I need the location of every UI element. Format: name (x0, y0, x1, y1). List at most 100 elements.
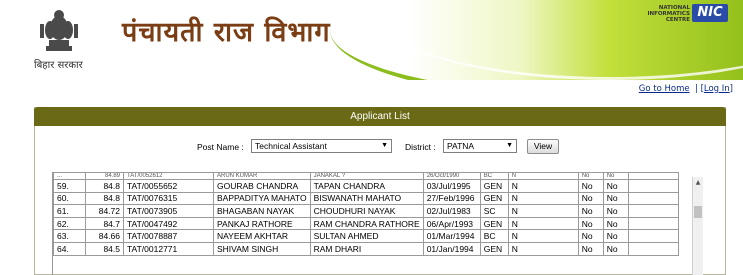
cell-yes-no-2: No (602, 204, 629, 218)
post-name-value: Technical Assistant (255, 141, 327, 151)
cell-flag: N (507, 191, 579, 206)
grid-scrollbar[interactable]: ▲ (692, 177, 703, 275)
district-select[interactable]: PATNA ▼ (443, 139, 517, 153)
cell-father-name: JANAKAL ? (309, 172, 424, 180)
go-to-home-link[interactable]: Go to Home (639, 84, 690, 94)
cell-flag: N (507, 179, 579, 193)
cell-sn: 59. (53, 179, 86, 193)
cell-father-name: BISWANATH MAHATO (309, 191, 424, 206)
cell-sn: 62. (53, 216, 86, 231)
applicant-grid[interactable]: ... 84.89 TAT/0052612 ARUN KUMAR JANAKAL… (52, 172, 706, 275)
cell-blank (627, 204, 679, 218)
cell-dob: 01/Mar/1994 (422, 229, 481, 243)
table-row: 62. 84.7 TAT/0047492 PANKAJ RATHORE RAM CHAN… (53, 216, 679, 231)
cell-name: SHIVAM SINGH (213, 241, 311, 256)
cell-category: GEN (479, 241, 509, 256)
cell-sn: ... (53, 172, 86, 180)
cell-blank (627, 179, 679, 193)
cell-sn: 61. (53, 204, 86, 218)
cell-category: SC (479, 204, 509, 218)
post-name-label: Post Name : (197, 142, 244, 152)
cell-dob: 02/Jul/1983 (422, 204, 481, 218)
cell-yes-no-2: No (602, 216, 629, 231)
cell-dob: 01/Jan/1994 (422, 241, 481, 256)
filter-bar: Post Name : Technical Assistant ▼ Distri… (0, 139, 743, 155)
cell-name: PANKAJ RATHORE (213, 216, 311, 231)
cell-name: ARUN KUMAR (213, 172, 311, 180)
cell-score: 84.5 (85, 241, 124, 256)
link-separator-end: ] (729, 84, 733, 94)
cell-name: BHAGABAN NAYAK (213, 204, 311, 218)
cell-score: 84.66 (85, 229, 124, 243)
cell-blank (627, 172, 679, 180)
cell-yes-no-2: No (602, 172, 629, 180)
table-row: 63. 84.66 TAT/0078887 NAYEEM AKHTAR SULTAN A… (53, 229, 679, 243)
cell-score: 84.89 (85, 172, 124, 180)
district-label: District : (405, 142, 436, 152)
cell-reg-no: TAT/0073905 (123, 204, 214, 218)
cell-category: GEN (479, 179, 509, 193)
emblem-caption: बिहार सरकार (34, 60, 83, 71)
applicant-table: ... 84.89 TAT/0052612 ARUN KUMAR JANAKAL… (53, 172, 679, 256)
cell-category: GEN (479, 191, 509, 206)
chevron-down-icon: ▼ (381, 142, 388, 149)
cell-father-name: TAPAN CHANDRA (309, 179, 424, 193)
cell-reg-no: TAT/0047492 (123, 216, 214, 231)
cell-dob: 03/Jul/1995 (422, 179, 481, 193)
nic-caption: NATIONAL INFORMATICS CENTRE (647, 5, 690, 23)
cell-father-name: CHOUDHURI NAYAK (309, 204, 424, 218)
scroll-thumb[interactable] (694, 206, 702, 218)
link-separator: | [ (692, 84, 704, 94)
district-value: PATNA (447, 141, 475, 151)
cell-sn: 60. (53, 191, 86, 206)
cell-flag: N (507, 216, 579, 231)
cell-yes-no-2: No (602, 191, 629, 206)
cell-name: BAPPADITYA MAHATO (213, 191, 311, 206)
cell-reg-no: TAT/0055652 (123, 179, 214, 193)
nic-logo: NIC (692, 4, 728, 22)
cell-yes-no-1: No (577, 241, 604, 256)
cell-blank (627, 241, 679, 256)
cell-father-name: RAM CHANDRA RATHORE (309, 216, 424, 231)
cell-sn: 63. (53, 229, 86, 243)
cell-flag: N (507, 204, 579, 218)
cell-reg-no: TAT/0076315 (123, 191, 214, 206)
cell-category: BC (479, 229, 509, 243)
cell-yes-no-2: No (602, 229, 629, 243)
chevron-down-icon: ▼ (506, 142, 513, 149)
view-button[interactable]: View (527, 139, 559, 154)
table-row: 61. 84.72 TAT/0073905 BHAGABAN NAYAK CHOUDHU… (53, 204, 679, 218)
cell-blank (627, 191, 679, 206)
cell-name: GOURAB CHANDRA (213, 179, 311, 193)
cell-dob: 27/Feb/1996 (422, 191, 481, 206)
table-row: 64. 84.5 TAT/0012771 SHIVAM SINGH RAM DHARI 0… (53, 241, 679, 256)
cell-dob: 06/Apr/1993 (422, 216, 481, 231)
cell-flag: N (507, 172, 579, 180)
cell-flag: N (507, 229, 579, 243)
cell-blank (627, 229, 679, 243)
cell-yes-no-1: No (577, 204, 604, 218)
cell-category: BC (479, 172, 509, 180)
cell-dob: 26/Oct/1990 (422, 172, 481, 180)
cell-yes-no-2: No (602, 179, 629, 193)
cell-reg-no: TAT/0078887 (123, 229, 214, 243)
cell-flag: N (507, 241, 579, 256)
panel-title: Applicant List (34, 107, 726, 126)
cell-reg-no: TAT/0052612 (123, 172, 214, 180)
cell-yes-no-1: No (577, 172, 604, 180)
cell-score: 84.8 (85, 179, 124, 193)
table-row: 59. 84.8 TAT/0055652 GOURAB CHANDRA TAPAN CH… (53, 179, 679, 193)
ashoka-emblem-icon (40, 10, 78, 51)
cell-reg-no: TAT/0012771 (123, 241, 214, 256)
cell-score: 84.8 (85, 191, 124, 206)
cell-score: 84.7 (85, 216, 124, 231)
table-row: 60. 84.8 TAT/0076315 BAPPADITYA MAHATO BISWA… (53, 191, 679, 206)
cell-father-name: RAM DHARI (309, 241, 424, 256)
top-links: Go to Home | [Log In] (639, 84, 733, 94)
login-link[interactable]: Log In (704, 84, 730, 94)
post-name-select[interactable]: Technical Assistant ▼ (251, 139, 392, 153)
cell-yes-no-1: No (577, 216, 604, 231)
cell-yes-no-1: No (577, 191, 604, 206)
scroll-up-arrow-icon[interactable]: ▲ (693, 179, 703, 186)
cell-blank (627, 216, 679, 231)
